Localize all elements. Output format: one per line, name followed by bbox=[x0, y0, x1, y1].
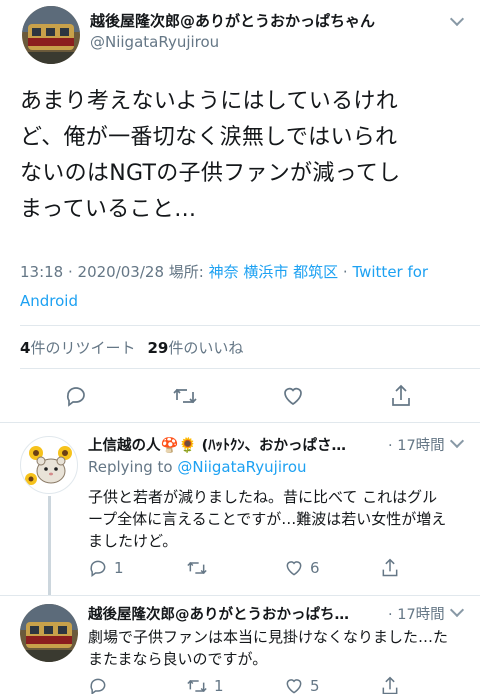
main-tweet: 越後屋隆次郎@ありがとうおかっぱちゃん @NiigataRyujirou あまり… bbox=[0, 0, 480, 422]
heart-icon bbox=[284, 387, 302, 406]
tweet-timestamp[interactable]: 13:18 · 2020/03/28 場所: bbox=[20, 263, 209, 281]
tweet-text-line: ないのはNGTの子供ファンが減ってし bbox=[20, 161, 401, 186]
reply-icon bbox=[66, 387, 85, 407]
reply-text-line: ましたけど。 bbox=[88, 532, 178, 550]
like-stat-label: 件のいいね bbox=[168, 339, 244, 357]
divider bbox=[20, 325, 480, 326]
like-count: 6 bbox=[310, 559, 320, 577]
reply-button[interactable] bbox=[64, 384, 88, 408]
chevron-down-icon[interactable] bbox=[449, 433, 465, 449]
reply-button[interactable]: 1 bbox=[88, 558, 124, 578]
reply-text-line: またまなら良いのですが。 bbox=[88, 650, 268, 668]
reply-display-name[interactable]: 越後屋隆次郎@ありがとうおかっぱち… bbox=[88, 603, 349, 624]
like-button[interactable] bbox=[281, 384, 305, 408]
section-divider bbox=[0, 422, 480, 423]
reply-count: 1 bbox=[114, 559, 124, 577]
tweet-text-line: まっていること… bbox=[20, 197, 197, 222]
retweet-icon bbox=[187, 679, 207, 693]
tweet-location[interactable]: 神奈 横浜市 都筑区 bbox=[209, 263, 339, 281]
like-button[interactable]: 6 bbox=[284, 558, 320, 578]
retweet-stat-label: 件のリツイート bbox=[30, 339, 136, 357]
share-button[interactable] bbox=[380, 675, 400, 694]
reply-text: 劇場で子供ファンは本当に見掛けなくなりました…た またまなら良いのですが。 bbox=[88, 626, 473, 670]
thread-line bbox=[48, 496, 51, 596]
share-icon bbox=[382, 558, 398, 577]
tweet-text-line: ど、俺が一番切なく涙無しではいられ bbox=[20, 125, 398, 150]
tweet-text: あまり考えないようにはしているけれ ど、俺が一番切なく涙無しではいられ ないのは… bbox=[20, 84, 470, 228]
like-count: 29 bbox=[147, 339, 169, 357]
reply-avatar[interactable] bbox=[20, 604, 78, 662]
tweet-text-line: あまり考えないようにはしているけれ bbox=[20, 89, 399, 114]
reply-text-line: ープ全体に言えることですが…難波は若い女性が増え bbox=[88, 510, 447, 528]
heart-icon bbox=[286, 561, 302, 576]
meta-separator: · bbox=[338, 263, 353, 281]
like-stat[interactable]: 29件のいいね bbox=[147, 339, 243, 357]
reply-icon bbox=[90, 678, 106, 694]
like-count: 5 bbox=[310, 677, 320, 694]
heart-icon bbox=[286, 679, 302, 694]
divider bbox=[20, 368, 480, 369]
hamster-sunflower-icon bbox=[25, 446, 72, 485]
reply-icon bbox=[90, 560, 106, 577]
author-handle[interactable]: @NiigataRyujirou bbox=[90, 33, 219, 51]
replying-to: Replying to @NiigataRyujirou bbox=[88, 458, 307, 476]
reply-display-name[interactable]: 上信越の人🍄🌻 (ﾊｯﾄｸﾝ、おかっぱさ… bbox=[88, 434, 346, 455]
retweet-stat[interactable]: 4件のリツイート bbox=[20, 339, 135, 357]
section-divider bbox=[0, 595, 480, 596]
retweet-count: 1 bbox=[214, 677, 224, 694]
tweet-metadata: 13:18 · 2020/03/28 場所: 神奈 横浜市 都筑区 · Twit… bbox=[20, 258, 460, 316]
retweet-button[interactable] bbox=[172, 384, 198, 408]
author-display-name[interactable]: 越後屋隆次郎@ありがとうおかっぱちゃん bbox=[90, 10, 375, 31]
retweet-button[interactable]: 1 bbox=[186, 676, 224, 694]
reply-time[interactable]: · 17時間 bbox=[388, 434, 445, 455]
retweet-button[interactable] bbox=[186, 558, 214, 578]
reply-button[interactable] bbox=[88, 676, 114, 694]
replying-to-label: Replying to bbox=[88, 458, 178, 476]
share-icon bbox=[382, 676, 398, 694]
reply-text-line: 子供と若者が減りましたね。昔に比べて これはグル bbox=[88, 488, 438, 506]
reply-text: 子供と若者が減りましたね。昔に比べて これはグル ープ全体に言えることですが…難… bbox=[88, 486, 473, 552]
share-button[interactable] bbox=[389, 383, 413, 409]
retweet-icon bbox=[173, 388, 197, 404]
reply-time[interactable]: · 17時間 bbox=[388, 603, 445, 624]
share-icon bbox=[392, 384, 410, 406]
tweet-stats: 4件のリツイート 29件のいいね bbox=[20, 337, 243, 358]
reply-avatar[interactable] bbox=[20, 436, 78, 494]
like-button[interactable]: 5 bbox=[284, 676, 320, 694]
reply-text-line: 劇場で子供ファンは本当に見掛けなくなりました…た bbox=[88, 628, 449, 646]
chevron-down-icon[interactable] bbox=[449, 11, 465, 27]
share-button[interactable] bbox=[380, 557, 400, 579]
author-avatar[interactable] bbox=[22, 6, 80, 64]
retweet-icon bbox=[187, 561, 207, 575]
retweet-count: 4 bbox=[20, 339, 31, 357]
replying-to-handle[interactable]: @NiigataRyujirou bbox=[177, 458, 306, 476]
chevron-down-icon[interactable] bbox=[449, 602, 465, 618]
